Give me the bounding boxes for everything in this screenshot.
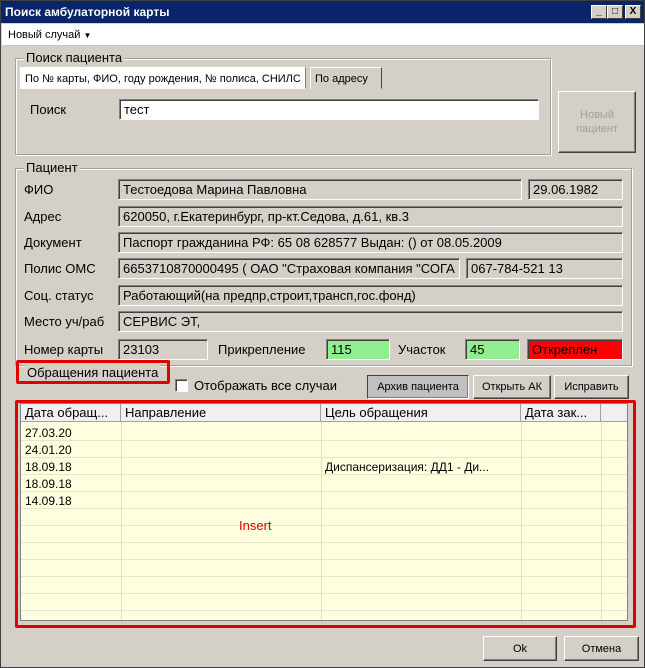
row-divider xyxy=(21,474,627,475)
row-divider xyxy=(21,440,627,441)
oms-label: Полис ОМС xyxy=(24,261,96,276)
visits-group-title: Обращения пациента xyxy=(25,365,161,380)
cancel-button[interactable]: Отмена xyxy=(564,636,639,661)
district-label: Участок xyxy=(398,342,446,357)
fio-label: ФИО xyxy=(24,182,54,197)
column-header-purpose[interactable]: Цель обращения xyxy=(321,404,521,422)
social-status-field: Работающий(на предпр,строит,трансп,гос.ф… xyxy=(118,285,623,306)
column-header-close-date[interactable]: Дата зак... xyxy=(521,404,601,422)
birth-date-field: 29.06.1982 xyxy=(528,179,623,200)
column-divider xyxy=(321,422,322,620)
row-divider xyxy=(21,559,627,560)
cell-date: 18.09.18 xyxy=(25,460,72,474)
show-all-checkbox[interactable] xyxy=(175,379,188,392)
search-group-title: Поиск пациента xyxy=(24,50,125,66)
column-divider xyxy=(521,422,522,620)
search-label: Поиск xyxy=(30,102,67,117)
search-group: Поиск пациента По № карты, ФИО, году рож… xyxy=(15,50,551,155)
district-field: 45 xyxy=(465,339,520,360)
tab-search-main[interactable]: По № карты, ФИО, году рождения, № полиса… xyxy=(20,67,306,89)
social-status-label: Соц. статус xyxy=(24,288,94,303)
row-divider xyxy=(21,593,627,594)
table-header: Дата обращ... Направление Цель обращения… xyxy=(21,404,627,422)
close-button[interactable]: X xyxy=(625,5,641,19)
column-divider xyxy=(601,422,602,620)
visits-table[interactable]: Дата обращ... Направление Цель обращения… xyxy=(20,403,628,621)
window-title: Поиск амбулаторной карты xyxy=(5,5,170,19)
dropdown-arrow-icon: ▼ xyxy=(83,31,92,40)
title-bar: Поиск амбулаторной карты _ □ X xyxy=(1,1,644,23)
cell-date: 14.09.18 xyxy=(25,494,72,508)
column-header-direction[interactable]: Направление xyxy=(121,404,321,422)
address-field: 620050, г.Екатеринбург, пр-кт.Седова, д.… xyxy=(118,206,623,227)
search-card-window: Поиск амбулаторной карты _ □ X Новый слу… xyxy=(0,0,645,668)
row-divider xyxy=(21,542,627,543)
patient-archive-button[interactable]: Архив пациента xyxy=(367,375,469,399)
ok-button[interactable]: Ok xyxy=(483,636,557,661)
tab-search-address[interactable]: По адресу xyxy=(310,67,382,89)
new-patient-button[interactable]: Новый пациент xyxy=(558,91,636,153)
document-label: Документ xyxy=(24,235,82,250)
new-case-label: Новый случай xyxy=(8,29,81,41)
workplace-field: СЕРВИС ЭТ, xyxy=(118,311,623,332)
cell-date: 24.01.20 xyxy=(25,443,72,457)
column-divider xyxy=(121,422,122,620)
maximize-button[interactable]: □ xyxy=(607,5,623,19)
insert-annotation: Insert xyxy=(239,518,272,533)
workplace-label: Место уч/раб xyxy=(24,314,105,329)
fio-field: Тестоедова Марина Павловна xyxy=(118,179,522,200)
card-number-field: 23103 xyxy=(118,339,208,360)
new-case-menu[interactable]: Новый случай ▼ xyxy=(8,29,91,41)
row-divider xyxy=(21,491,627,492)
cell-date: 18.09.18 xyxy=(25,477,72,491)
menu-bar: Новый случай ▼ xyxy=(2,24,644,46)
attachment-status-field: Откреплен xyxy=(527,339,623,360)
snils-field: 067-784-521 13 xyxy=(466,258,623,279)
card-number-label: Номер карты xyxy=(24,342,104,357)
row-divider xyxy=(21,576,627,577)
search-input[interactable]: тест xyxy=(119,99,539,120)
cell-purpose: Диспансеризация: ДД1 - Ди... xyxy=(325,460,490,474)
open-ak-button[interactable]: Открыть АК xyxy=(473,375,551,399)
cell-date: 27.03.20 xyxy=(25,426,72,440)
row-divider xyxy=(21,457,627,458)
oms-field: 6653710870000495 ( ОАО "Страховая компан… xyxy=(118,258,460,279)
patient-group-title: Пациент xyxy=(24,160,80,176)
minimize-button[interactable]: _ xyxy=(591,5,607,19)
column-header-date[interactable]: Дата обращ... xyxy=(21,404,121,422)
attachment-label: Прикрепление xyxy=(218,342,306,357)
attachment-field: 115 xyxy=(326,339,390,360)
address-label: Адрес xyxy=(24,209,62,224)
fix-button[interactable]: Исправить xyxy=(554,375,629,399)
row-divider xyxy=(21,525,627,526)
row-divider xyxy=(21,508,627,509)
row-divider xyxy=(21,610,627,611)
document-field: Паспорт гражданина РФ: 65 08 628577 Выда… xyxy=(118,232,623,253)
show-all-label: Отображать все случаи xyxy=(194,378,337,393)
